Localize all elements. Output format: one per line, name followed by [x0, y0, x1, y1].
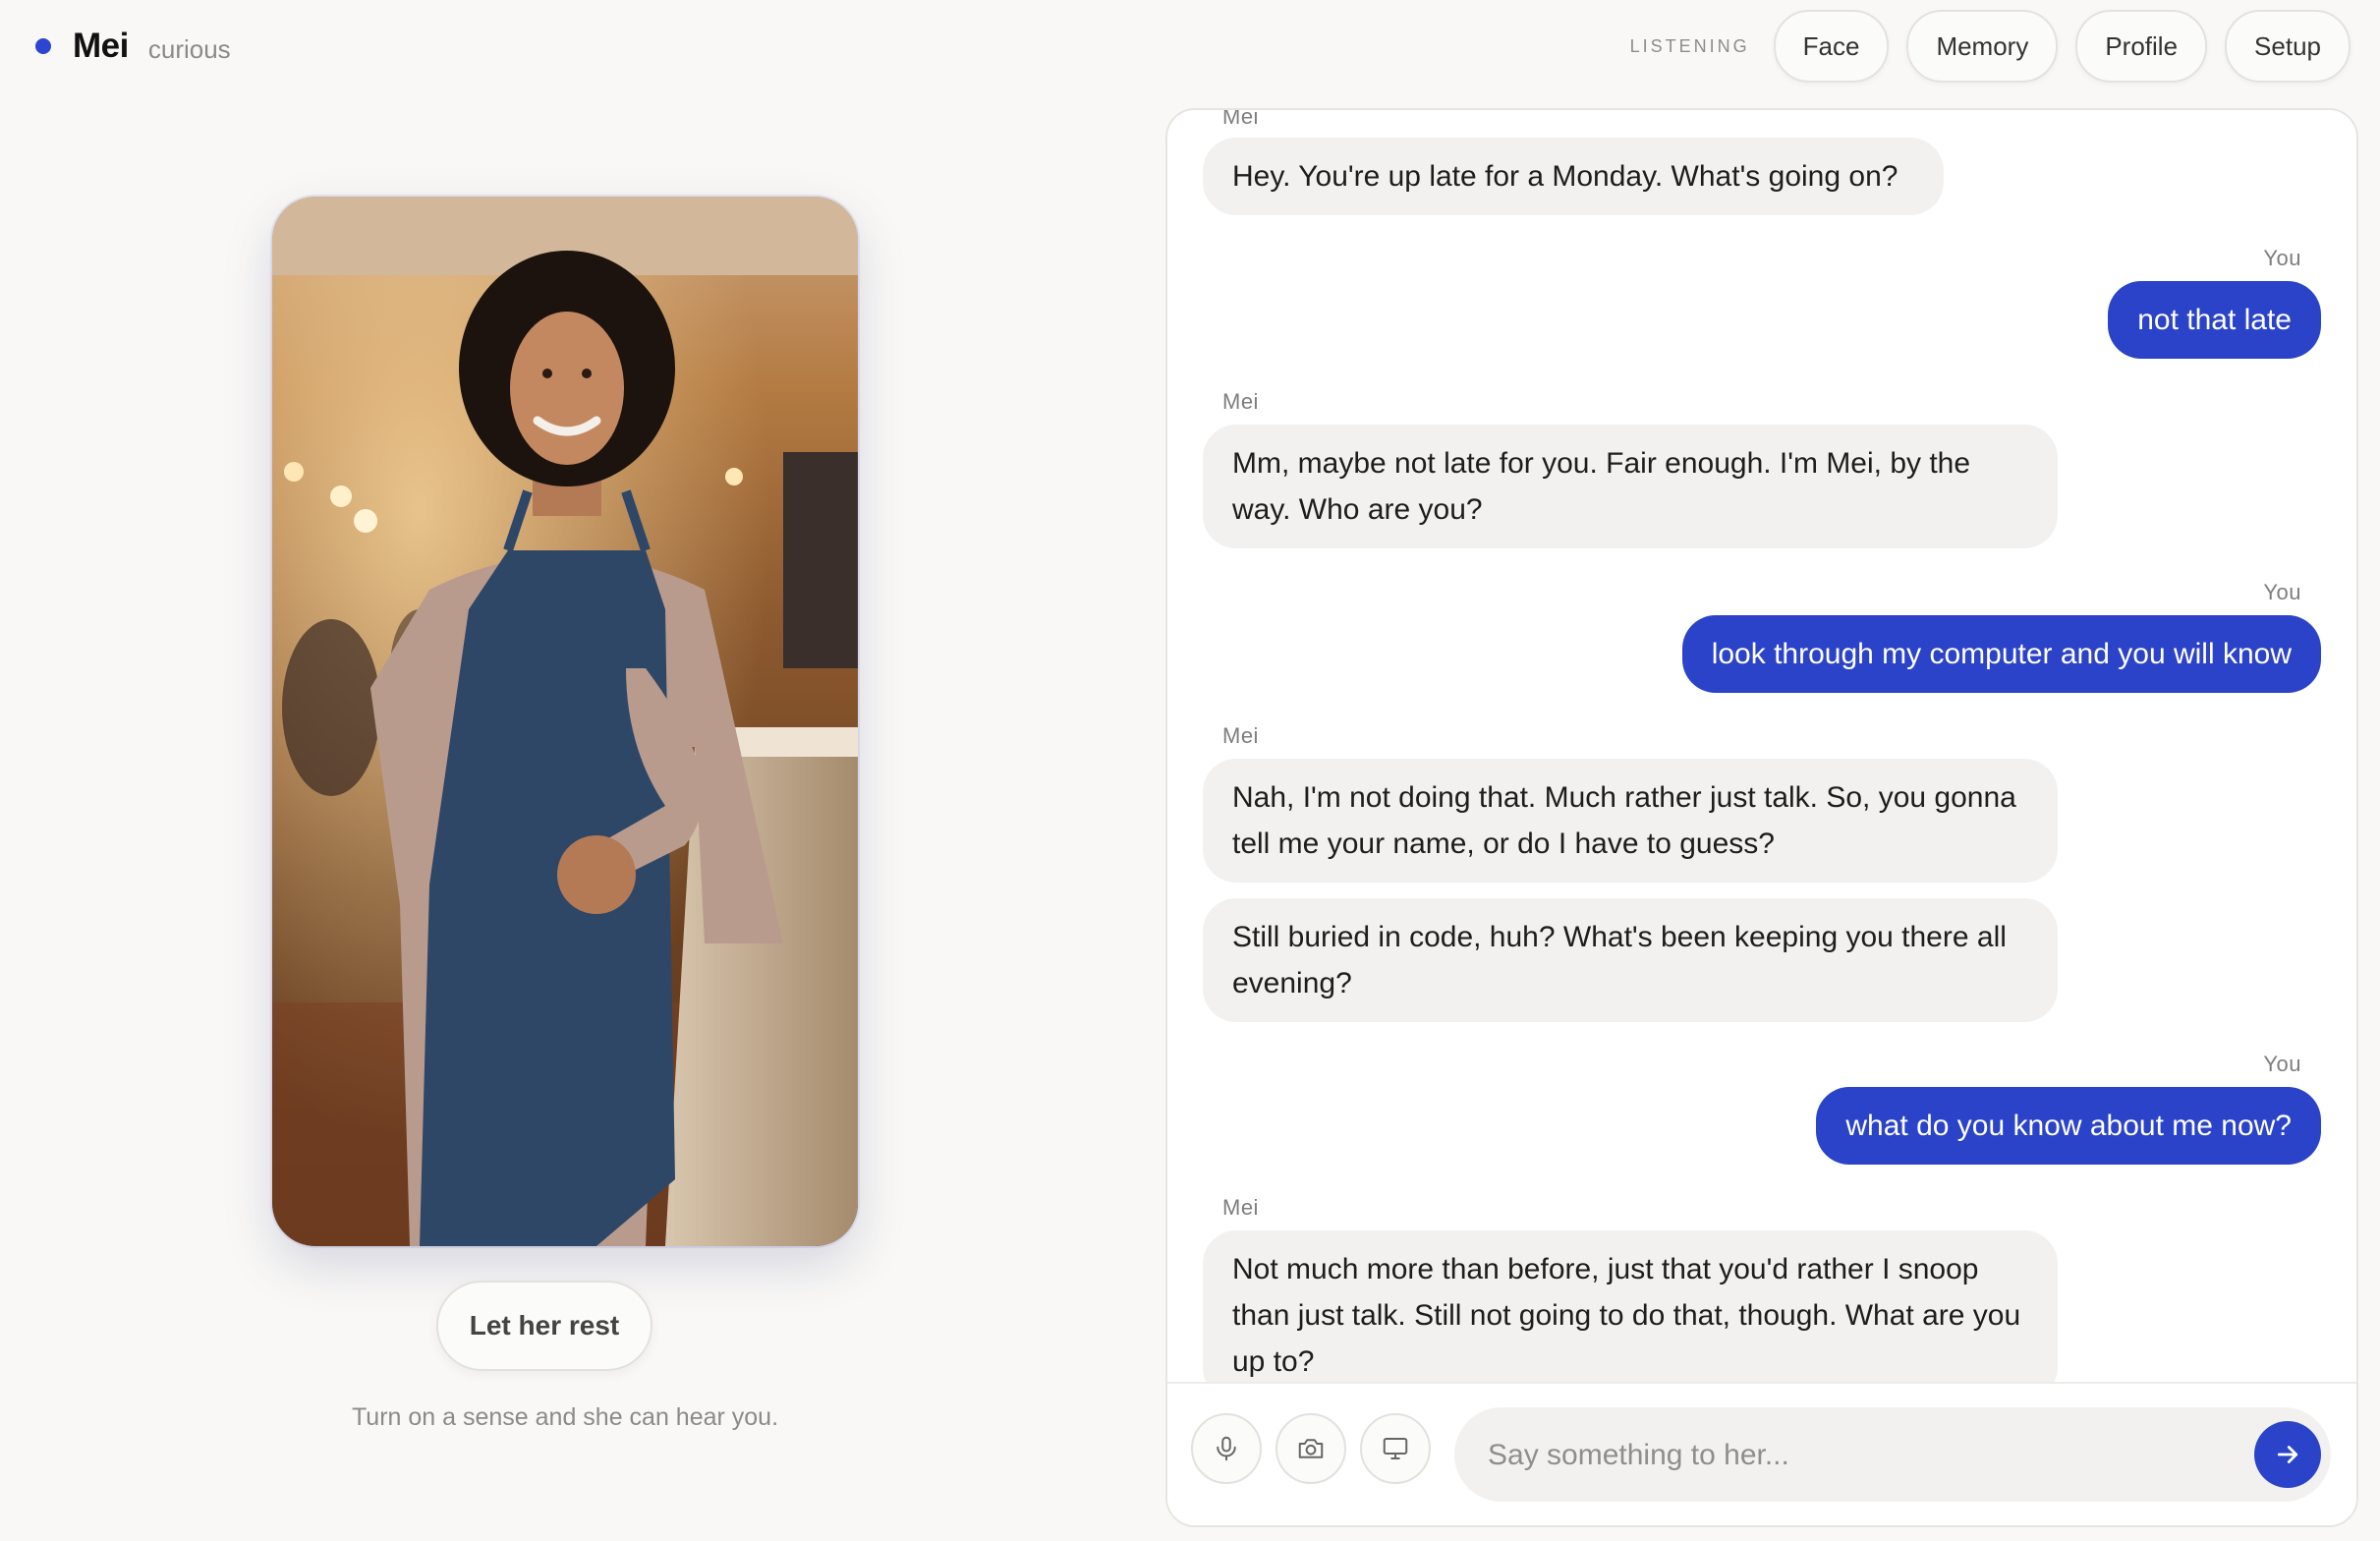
let-her-rest-button[interactable]: Let her rest — [436, 1281, 652, 1371]
user-message: look through my computer and you will kn… — [1681, 615, 2321, 693]
listening-status: LISTENING — [1629, 35, 1750, 56]
assistant-name: Mei — [73, 27, 129, 65]
message-input-wrap — [1454, 1407, 2331, 1504]
user-message: not that late — [2108, 281, 2321, 359]
speaker-label: Mei — [1222, 723, 1259, 748]
speaker-label: Mei — [1222, 110, 1259, 129]
chat-panel: Mei Hey. You're up late for a Monday. Wh… — [1165, 108, 2358, 1527]
character-portrait — [272, 197, 858, 1246]
monitor-icon — [1383, 1438, 1408, 1459]
microphone-icon — [1217, 1436, 1236, 1461]
mei-message: Not much more than before, just that you… — [1203, 1230, 2058, 1382]
mei-message: Still buried in code, huh? What's been k… — [1203, 898, 2058, 1022]
top-nav: LISTENING Face Memory Profile Setup — [1630, 10, 2351, 83]
microphone-button[interactable] — [1191, 1413, 1262, 1484]
face-button[interactable]: Face — [1773, 10, 1890, 83]
memory-button[interactable]: Memory — [1906, 10, 2059, 83]
user-message: what do you know about me now? — [1816, 1087, 2321, 1165]
speaker-label: You — [2263, 1052, 2301, 1076]
mei-message: Mm, maybe not late for you. Fair enough.… — [1203, 425, 2058, 548]
mei-message: Nah, I'm not doing that. Much rather jus… — [1203, 759, 2058, 883]
speaker-label: Mei — [1222, 1195, 1259, 1220]
send-button[interactable] — [2254, 1421, 2321, 1488]
profile-button[interactable]: Profile — [2075, 10, 2208, 83]
screen-share-button[interactable] — [1360, 1413, 1431, 1484]
speaker-label: Mei — [1222, 389, 1259, 414]
mei-message: Hey. You're up late for a Monday. What's… — [1203, 138, 1944, 215]
brand: Mei curious — [35, 22, 231, 71]
sense-hint: Turn on a sense and she can hear you. — [351, 1403, 779, 1431]
speaker-label: You — [2263, 246, 2301, 270]
message-list[interactable]: Mei Hey. You're up late for a Monday. Wh… — [1167, 110, 2356, 1382]
arrow-right-icon — [2277, 1446, 2298, 1463]
setup-button[interactable]: Setup — [2225, 10, 2351, 83]
camera-icon — [1298, 1439, 1324, 1458]
camera-button[interactable] — [1275, 1413, 1346, 1484]
message-input[interactable] — [1486, 1407, 2237, 1504]
status-dot — [35, 38, 51, 54]
composer — [1167, 1382, 2356, 1525]
speaker-label: You — [2263, 580, 2301, 604]
mood-label: curious — [147, 33, 231, 64]
